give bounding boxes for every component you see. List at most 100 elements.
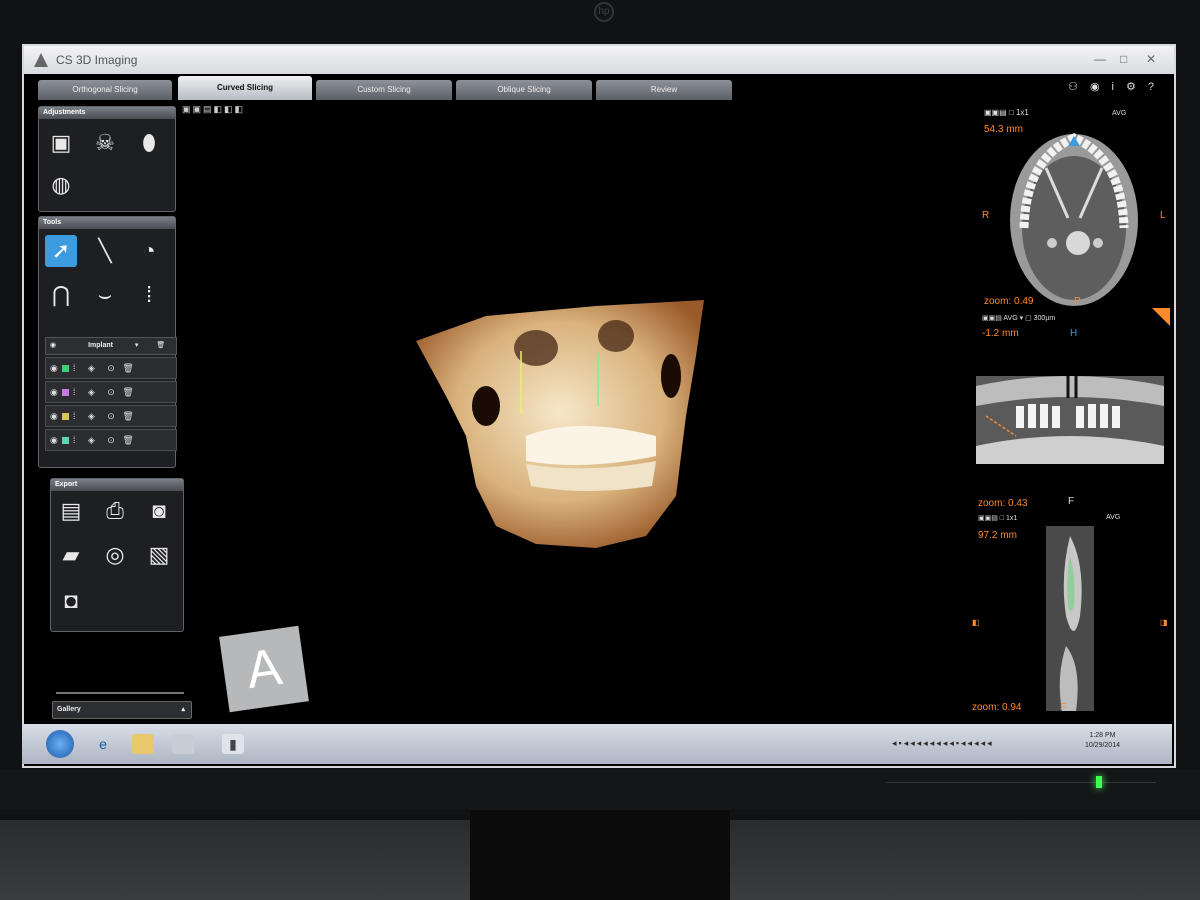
- close-icon[interactable]: ✕: [1146, 52, 1156, 66]
- taskbar: e ▮ ◂▪◂◂◂◂◂◂◂◂▪◂◂◂◂◂ 1:28 PM 10/29/2014: [22, 724, 1172, 764]
- cross-section-ct-slice[interactable]: [1046, 526, 1094, 711]
- trash-icon[interactable]: 🗑: [156, 342, 165, 349]
- report-icon[interactable]: ▧: [143, 539, 175, 571]
- monitor-logo-icon: hp: [594, 2, 614, 22]
- gallery-dropdown[interactable]: Gallery ▴: [52, 701, 192, 719]
- export-panel: Export ▤ ⎙ ◙ ▰ ◎ ▧ ◘: [50, 478, 184, 632]
- axial-filter[interactable]: AVG: [1112, 110, 1126, 117]
- cross-right-marker: ◨: [1160, 618, 1168, 627]
- cross-f-marker-top: F: [1068, 496, 1075, 507]
- skull-render-icon[interactable]: ☠: [89, 127, 121, 159]
- arch-curve-tool-icon[interactable]: ⋂: [45, 279, 77, 311]
- axial-ct-slice[interactable]: [1006, 128, 1142, 308]
- maximize-icon[interactable]: □: [1120, 52, 1127, 66]
- panel-corner-marker: [1152, 308, 1170, 326]
- document-icon[interactable]: ▤: [55, 495, 87, 527]
- system-tray[interactable]: ◂▪◂◂◂◂◂◂◂◂▪◂◂◂◂◂: [892, 738, 994, 749]
- cross-distance: 97.2 mm: [978, 530, 1017, 541]
- chevron-up-icon: ▴: [181, 706, 185, 713]
- image-adjust-icon[interactable]: ▣: [45, 127, 77, 159]
- tab-oblique-slicing[interactable]: Oblique Slicing: [456, 80, 592, 100]
- tab-bar: Orthogonal Slicing Curved Slicing Custom…: [24, 74, 1174, 102]
- cross-marker-bottom: F: [1060, 702, 1067, 713]
- view-toolbar[interactable]: ▣▣▤◧◧◧: [182, 104, 245, 115]
- implant-tool-icon[interactable]: ⁞: [133, 279, 165, 311]
- cross-toolbar[interactable]: ▣▣▤ □ 1x1: [978, 514, 1017, 522]
- implant-color-swatch: [61, 365, 69, 373]
- minimize-icon[interactable]: —: [1094, 52, 1106, 66]
- help-icon[interactable]: ?: [1148, 81, 1166, 93]
- adjustments-panel-title: Adjustments: [39, 107, 175, 119]
- axial-right-label: R: [982, 210, 990, 221]
- eye-icon[interactable]: ◉: [50, 387, 58, 397]
- implant-label: Implant: [88, 342, 113, 349]
- tab-curved-slicing[interactable]: Curved Slicing: [178, 76, 312, 100]
- tools-panel: Tools ➚ ╲ ◔ ⋂ ⌣ ⁞ ◉ Implant ▾ 🗑 ◉ ⁞ ◈ ⊙ 🗑…: [38, 216, 177, 468]
- screen: CS 3D Imaging — □ ✕ Orthogonal Slicing C…: [22, 44, 1176, 768]
- axial-posterior-label: P: [1074, 296, 1081, 307]
- top-right-toolbar: ⚇◉i⚙?: [1068, 80, 1166, 93]
- skull-3d-render[interactable]: [416, 296, 706, 551]
- settings-icon[interactable]: ◉: [1090, 81, 1112, 93]
- implant-row[interactable]: ◉ ⁞ ◈ ⊙ 🗑: [45, 405, 177, 427]
- jaw-tool-icon[interactable]: ⌣: [89, 279, 121, 311]
- eye-icon[interactable]: ◉: [50, 411, 58, 421]
- power-led: [1096, 776, 1102, 788]
- airway-icon[interactable]: ⬮: [133, 127, 165, 159]
- camera-icon[interactable]: ◙: [143, 495, 175, 527]
- cross-left-marker: ◧: [972, 618, 980, 627]
- angle-tool-icon[interactable]: ◔: [133, 235, 165, 267]
- panoramic-ct-slice[interactable]: [976, 376, 1164, 464]
- implant-color-swatch: [61, 413, 69, 421]
- implant-color-swatch: [61, 437, 69, 445]
- window-title: CS 3D Imaging: [56, 53, 138, 67]
- imaging-app-taskbar-icon[interactable]: [172, 734, 194, 754]
- monitor-buttons[interactable]: [886, 782, 1156, 795]
- tab-review[interactable]: Review: [596, 80, 732, 100]
- tools-panel-title: Tools: [39, 217, 175, 229]
- cross-zoom-bottom: zoom: 0.94: [972, 702, 1022, 713]
- eye-icon[interactable]: ◉: [50, 363, 58, 373]
- implant-selector[interactable]: ◉ Implant ▾ 🗑: [45, 337, 177, 355]
- network-icon[interactable]: ⚙: [1126, 81, 1148, 93]
- user-icon[interactable]: ⚇: [1068, 81, 1090, 93]
- app-logo-icon: [34, 53, 48, 67]
- export-image-icon[interactable]: ◘: [55, 585, 87, 617]
- folder-icon[interactable]: ▰: [55, 539, 87, 571]
- monitor-stand: [470, 808, 730, 900]
- clock-time: 1:28 PM: [1089, 732, 1116, 739]
- implant-row[interactable]: ◉ ⁞ ◈ ⊙ 🗑: [45, 429, 177, 451]
- clock[interactable]: 1:28 PM 10/29/2014: [1085, 731, 1120, 751]
- axial-zoom: zoom: 0.49: [984, 296, 1034, 307]
- pinned-app-icon[interactable]: ▮: [222, 734, 244, 754]
- pointer-tool-icon[interactable]: ➚: [45, 235, 77, 267]
- orientation-cube-label[interactable]: A: [219, 625, 309, 713]
- cross-zoom-top: zoom: 0.43: [978, 498, 1028, 509]
- pano-toolbar[interactable]: ▣▣▤ AVG ▾ ▢ 300µm: [982, 314, 1055, 322]
- axial-toolbar[interactable]: ▣▣▤ □ 1x1: [984, 108, 1029, 117]
- pano-marker: H: [1070, 328, 1078, 339]
- tab-orthogonal-slicing[interactable]: Orthogonal Slicing: [38, 80, 172, 100]
- measure-tool-icon[interactable]: ╲: [89, 235, 121, 267]
- gallery-label: Gallery: [57, 706, 81, 713]
- print-icon[interactable]: ⎙: [99, 495, 131, 527]
- title-bar: CS 3D Imaging — □ ✕: [24, 46, 1174, 74]
- info-icon[interactable]: i: [1112, 81, 1126, 93]
- browser-icon[interactable]: e: [92, 734, 114, 754]
- panel-scrollbar[interactable]: [56, 692, 184, 694]
- implant-row[interactable]: ◉ ⁞ ◈ ⊙ 🗑: [45, 381, 177, 403]
- adjustments-panel: Adjustments ▣ ☠ ⬮ ◍: [38, 106, 176, 212]
- head-volume-icon[interactable]: ◍: [45, 169, 77, 201]
- tab-custom-slicing[interactable]: Custom Slicing: [316, 80, 452, 100]
- implant-row[interactable]: ◉ ⁞ ◈ ⊙ 🗑: [45, 357, 177, 379]
- implant-color-swatch: [61, 389, 69, 397]
- pano-offset: -1.2 mm: [982, 328, 1019, 339]
- chevron-down-icon[interactable]: ▾: [135, 342, 139, 349]
- eye-icon[interactable]: ◉: [50, 342, 56, 349]
- cross-filter[interactable]: AVG: [1106, 514, 1120, 521]
- disc-icon[interactable]: ◎: [99, 539, 131, 571]
- export-panel-title: Export: [51, 479, 183, 491]
- eye-icon[interactable]: ◉: [50, 435, 58, 445]
- start-button[interactable]: [46, 730, 74, 758]
- file-explorer-icon[interactable]: [132, 734, 154, 754]
